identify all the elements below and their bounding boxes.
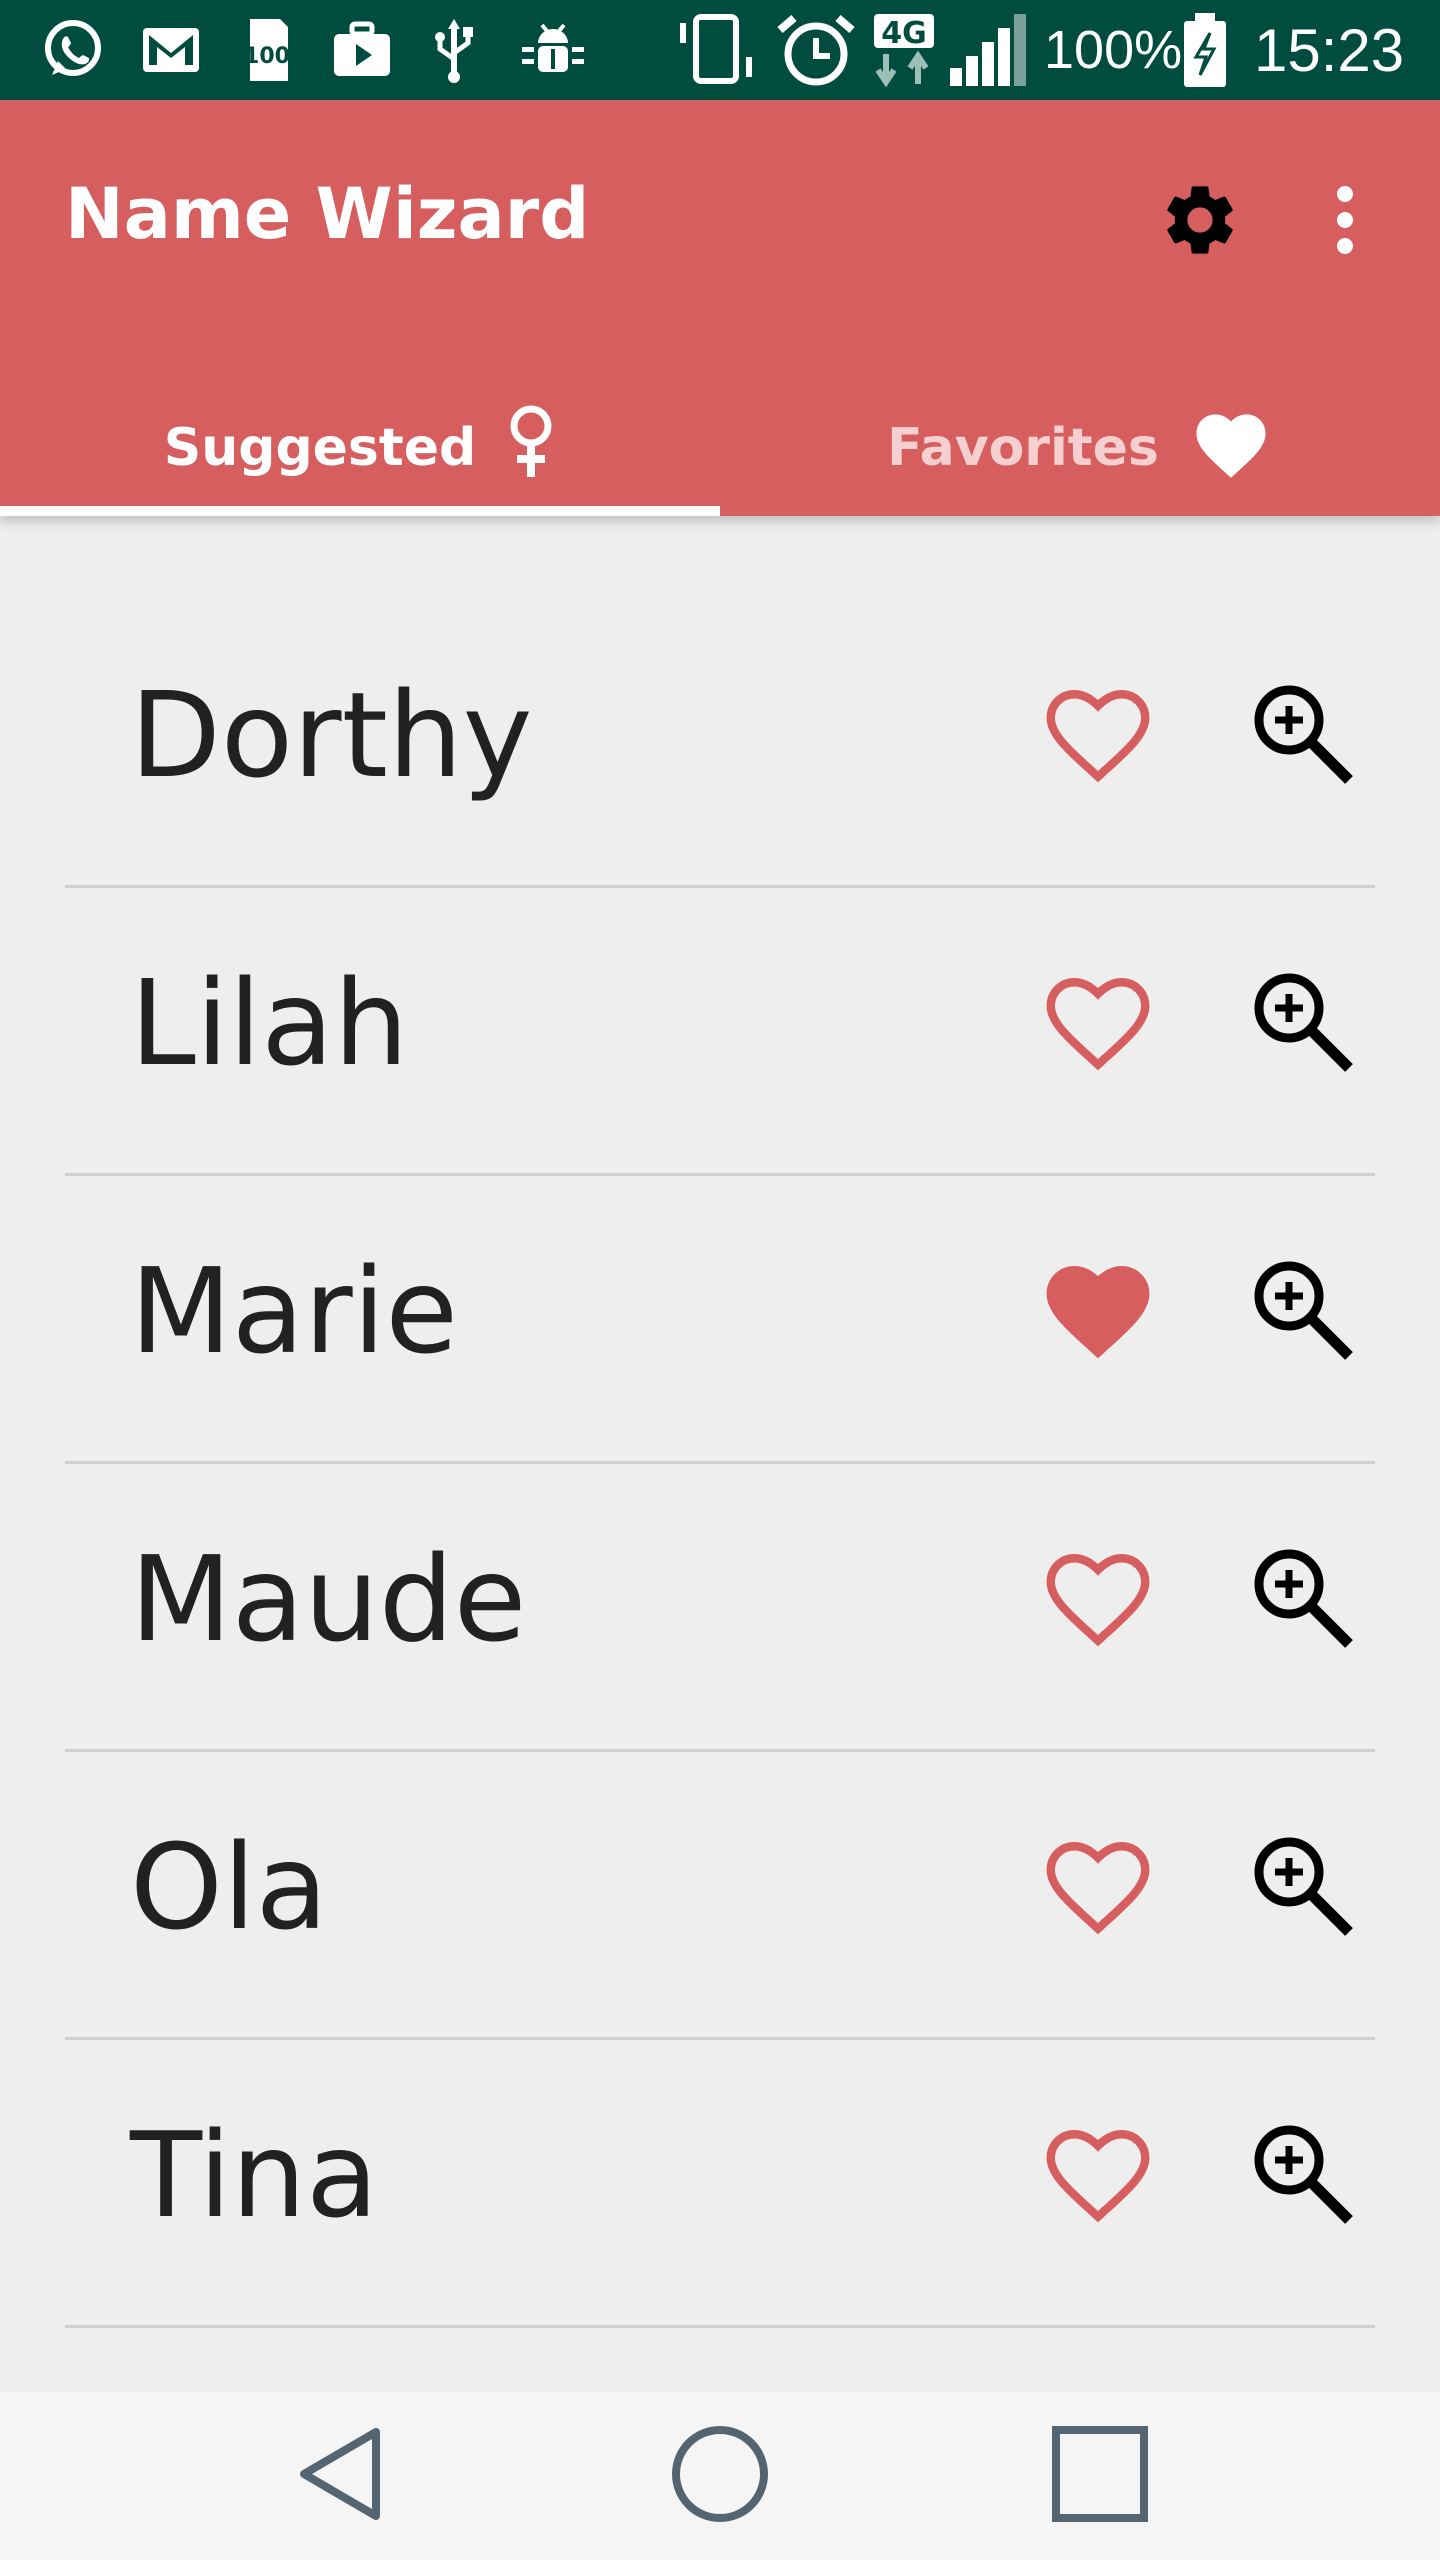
list-item[interactable]: Tina: [0, 2040, 1440, 2328]
heart-outline-icon: [1035, 1537, 1161, 1658]
whatsapp-icon: [40, 14, 112, 86]
gear-icon: [1158, 178, 1242, 267]
tab-suggested[interactable]: Suggested: [0, 380, 720, 516]
briefcase-play-icon: [330, 14, 400, 86]
svg-text:100: 100: [244, 44, 290, 69]
name-label: Lilah: [130, 954, 409, 1092]
details-button[interactable]: [1225, 658, 1375, 808]
svg-text:4G: 4G: [881, 16, 927, 51]
divider: [65, 2325, 1375, 2328]
favorite-button[interactable]: [1020, 2098, 1175, 2248]
heart-filled-icon: [1035, 1249, 1161, 1370]
heart-outline-icon: [1035, 673, 1161, 794]
zoom-in-icon: [1245, 2116, 1355, 2231]
female-symbol-icon: [506, 405, 556, 492]
recents-icon: [1050, 2424, 1150, 2529]
favorite-button[interactable]: [1020, 1810, 1175, 1960]
signal-icon: [946, 14, 1030, 86]
back-icon: [290, 2424, 390, 2529]
battery-charging-icon: [1180, 13, 1236, 87]
list-item[interactable]: Ola: [0, 1752, 1440, 2040]
tab-suggested-label: Suggested: [163, 418, 477, 478]
favorite-button[interactable]: [1020, 946, 1175, 1096]
favorite-button[interactable]: [1020, 1234, 1175, 1384]
storage-icon: 100: [240, 14, 300, 86]
favorite-button[interactable]: [1020, 1522, 1175, 1672]
heart-outline-icon: [1035, 961, 1161, 1082]
details-button[interactable]: [1225, 1234, 1375, 1384]
name-list: Dorthy Lilah Marie Maude Ola Tina: [0, 600, 1440, 2328]
back-button[interactable]: [240, 2392, 440, 2560]
name-label: Marie: [130, 1242, 459, 1380]
zoom-in-icon: [1245, 1828, 1355, 1943]
name-label: Maude: [130, 1530, 527, 1668]
home-icon: [670, 2424, 770, 2529]
zoom-in-icon: [1245, 676, 1355, 791]
app-bar: Name Wizard Suggested Favorites: [0, 100, 1440, 516]
4g-data-icon: 4G: [872, 14, 936, 88]
details-button[interactable]: [1225, 946, 1375, 1096]
details-button[interactable]: [1225, 1810, 1375, 1960]
name-label: Dorthy: [130, 666, 533, 804]
zoom-in-icon: [1245, 1540, 1355, 1655]
usb-icon: [432, 14, 488, 86]
vibrate-icon: [676, 14, 756, 86]
list-item[interactable]: Dorthy: [0, 600, 1440, 888]
status-bar: 100 4G 100% 15:23: [0, 0, 1440, 100]
heart-outline-icon: [1035, 2113, 1161, 2234]
overflow-menu-button[interactable]: [1290, 162, 1400, 282]
name-label: Tina: [130, 2106, 379, 2244]
navigation-bar: [0, 2392, 1440, 2560]
clock: 15:23: [1254, 16, 1405, 84]
name-label: Ola: [130, 1818, 328, 1956]
gmail-icon: [140, 14, 212, 86]
list-item[interactable]: Maude: [0, 1464, 1440, 1752]
details-button[interactable]: [1225, 2098, 1375, 2248]
zoom-in-icon: [1245, 964, 1355, 1079]
list-item[interactable]: Lilah: [0, 888, 1440, 1176]
tab-favorites[interactable]: Favorites: [720, 380, 1440, 516]
favorite-button[interactable]: [1020, 658, 1175, 808]
settings-button[interactable]: [1140, 162, 1260, 282]
heart-icon: [1189, 404, 1273, 493]
tab-indicator: [0, 506, 720, 516]
tab-favorites-label: Favorites: [887, 418, 1159, 478]
alarm-icon: [774, 14, 860, 86]
list-item[interactable]: Marie: [0, 1176, 1440, 1464]
heart-outline-icon: [1035, 1825, 1161, 1946]
recents-button[interactable]: [1000, 2392, 1200, 2560]
more-vert-icon: [1333, 184, 1357, 261]
android-debug-icon: [520, 14, 590, 86]
details-button[interactable]: [1225, 1522, 1375, 1672]
app-title: Name Wizard: [65, 173, 590, 255]
home-button[interactable]: [620, 2392, 820, 2560]
zoom-in-icon: [1245, 1252, 1355, 1367]
battery-percent: 100%: [1044, 20, 1183, 80]
